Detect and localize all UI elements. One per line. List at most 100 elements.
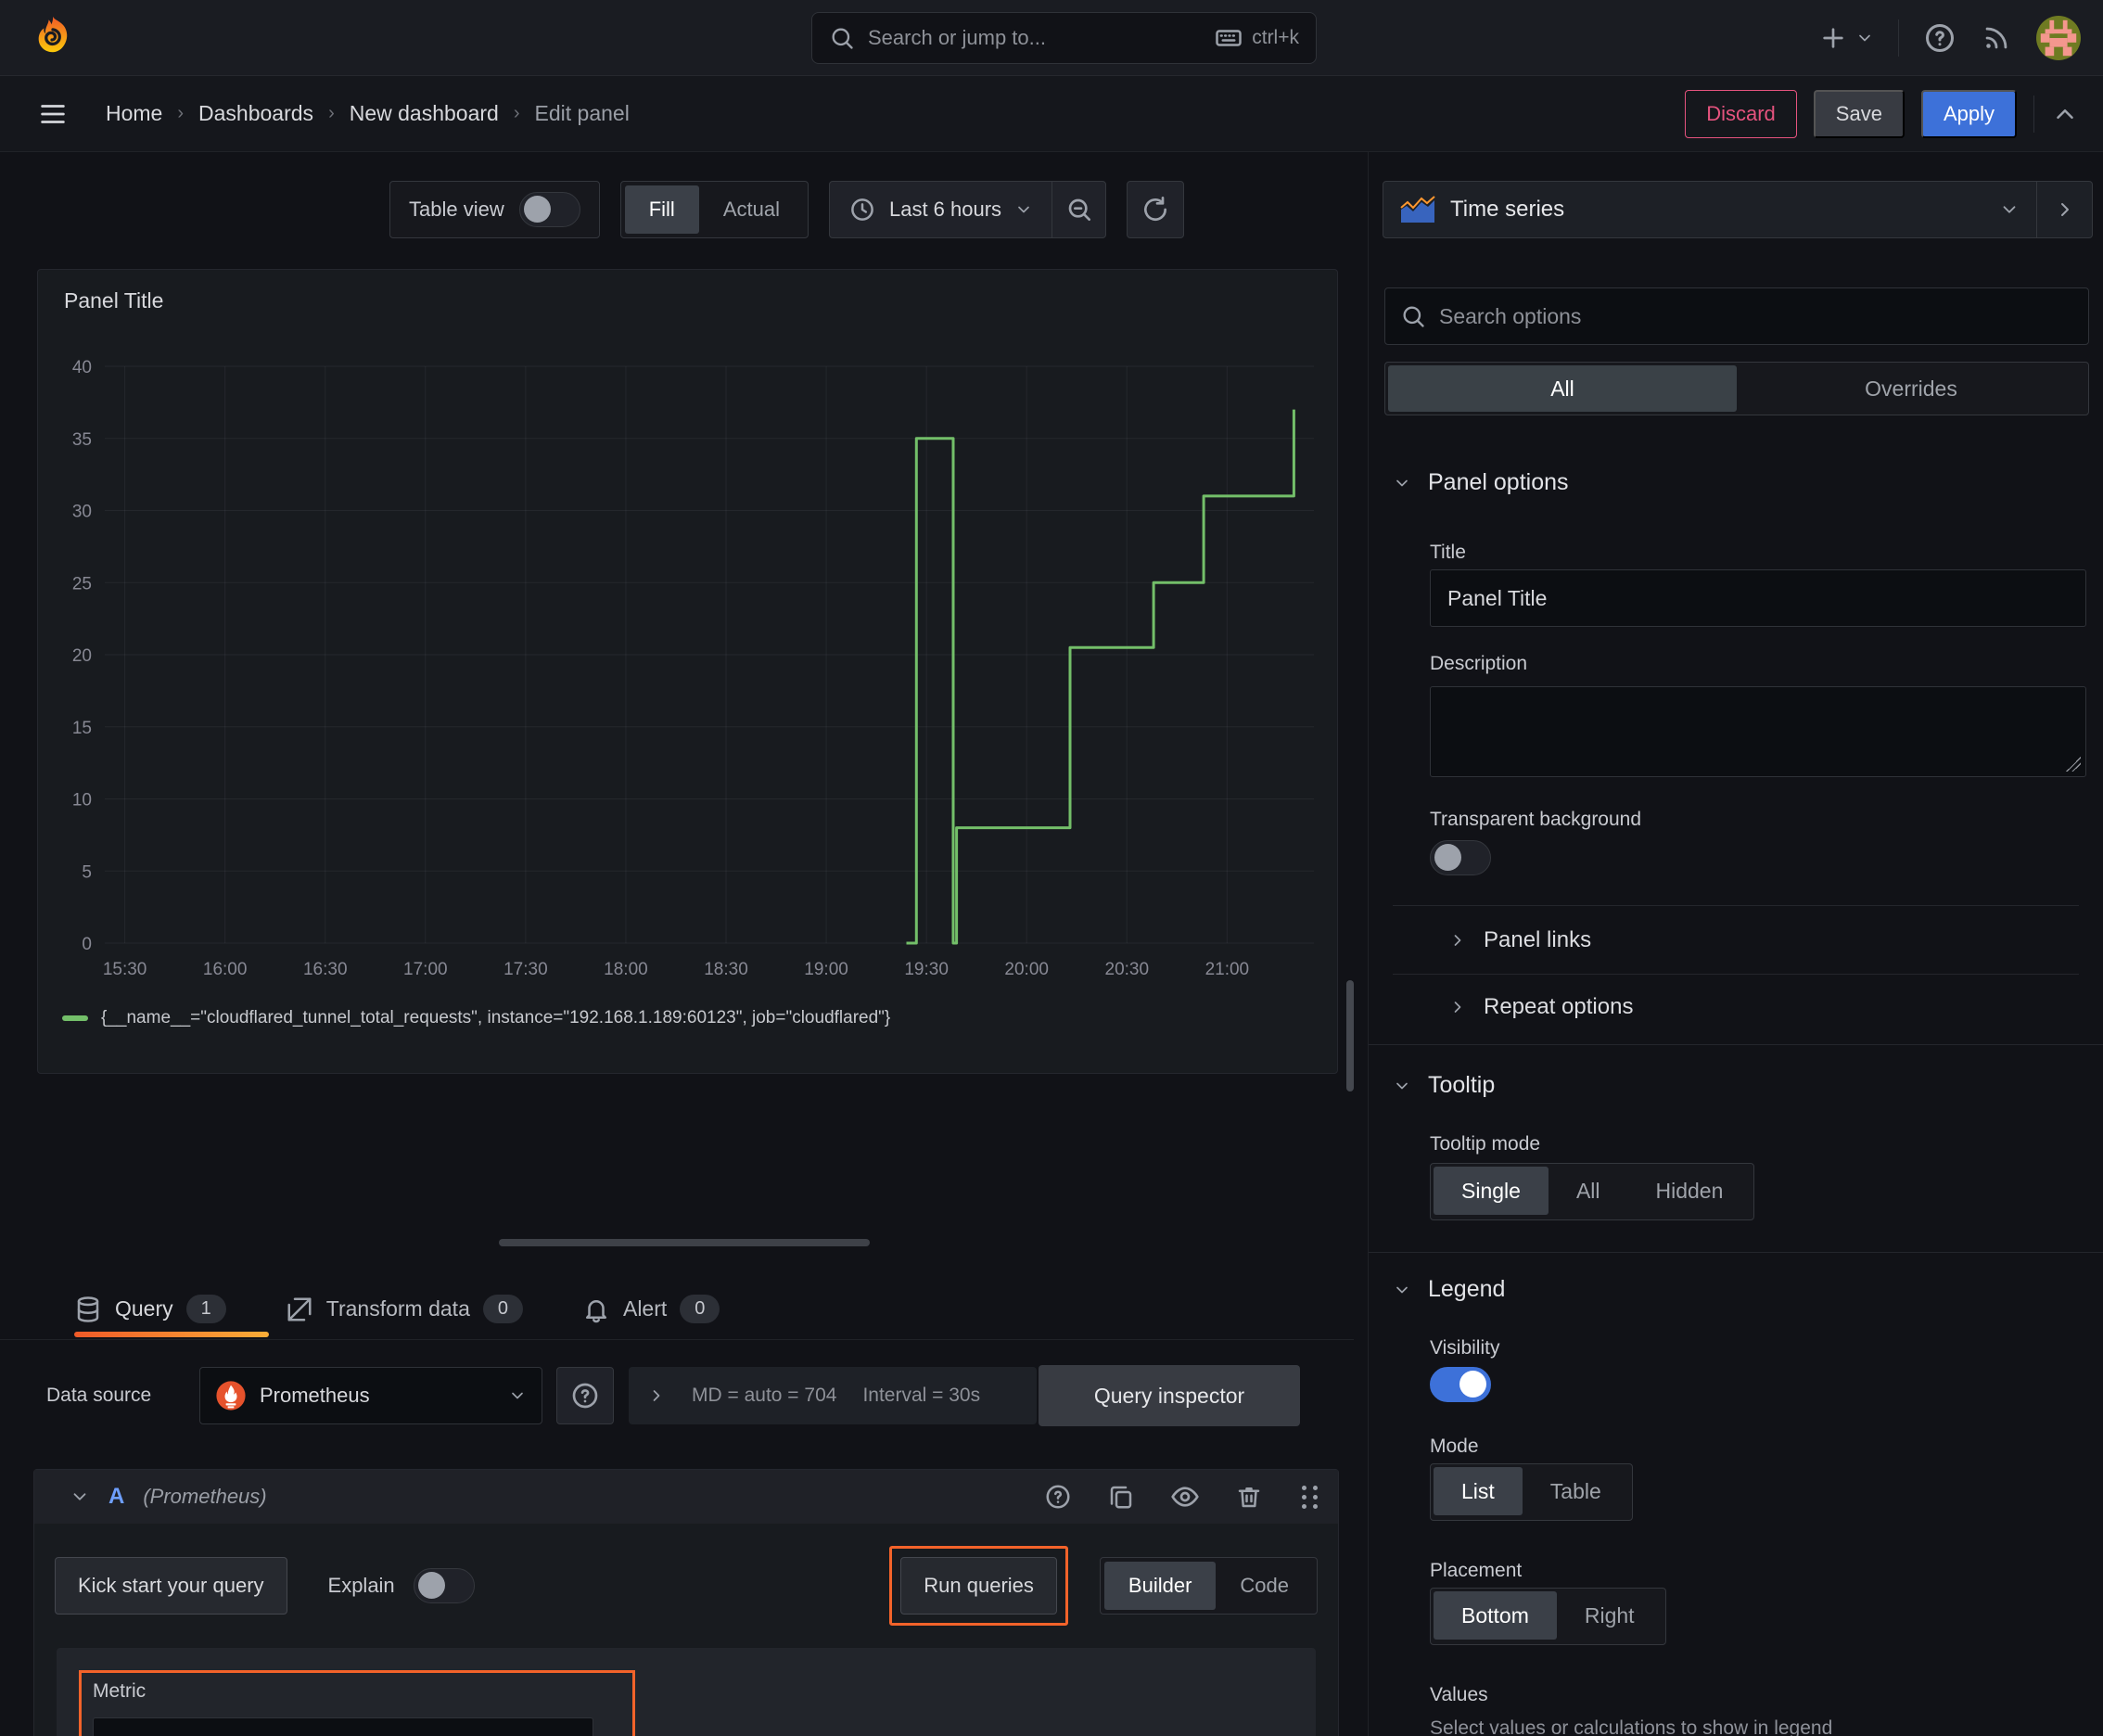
tab-overrides[interactable]: Overrides [1737,365,2085,412]
tab-transform-data[interactable]: Transform data 0 [286,1279,523,1339]
tab-alert[interactable]: Alert 0 [582,1279,720,1339]
table-view-label: Table view [409,198,504,221]
options-search-input[interactable] [1439,303,2073,329]
svg-text:16:00: 16:00 [203,960,248,979]
menu-toggle-icon[interactable] [37,98,69,130]
refresh-icon[interactable] [1127,181,1185,238]
time-range-button[interactable]: Last 6 hours [830,196,1052,223]
keyboard-icon [1215,24,1243,52]
breadcrumb-new-dashboard[interactable]: New dashboard [350,101,499,126]
zoom-out-time-icon[interactable] [1052,182,1105,237]
query-count-badge: 1 [185,1295,226,1323]
grafana-logo-icon[interactable] [32,15,74,57]
table-view-control: Table view [389,181,600,238]
breadcrumb-dashboards[interactable]: Dashboards [198,101,313,126]
legend-placement-right[interactable]: Right [1557,1591,1663,1640]
visualization-picker[interactable]: Time series [1383,181,2037,238]
legend-placement-bottom[interactable]: Bottom [1434,1591,1557,1640]
transparent-background-toggle[interactable] [1430,840,1491,875]
tooltip-mode-hidden[interactable]: Hidden [1628,1167,1752,1215]
drag-query-handle[interactable] [1302,1485,1319,1509]
save-button[interactable]: Save [1813,89,1905,138]
description-label: Description [1430,653,1528,674]
pane-resize-handle[interactable] [499,1239,870,1246]
collapse-options-pane-icon[interactable] [2051,100,2079,128]
delete-query-icon[interactable] [1235,1483,1263,1511]
description-textarea[interactable] [1430,686,2086,777]
panel-actions: Discard Save Apply [1685,89,2079,138]
chevron-down-icon [1014,200,1033,219]
query-inspector-button[interactable]: Query inspector [1039,1365,1300,1426]
time-series-chart[interactable]: 0 5 10 15 20 25 30 35 40 15:30 16:00 16:30 17:00 17:3… [53,359,1325,999]
explain-toggle[interactable] [413,1568,475,1603]
options-search-box[interactable] [1384,287,2089,345]
svg-text:25: 25 [72,574,92,594]
panel-links-section[interactable]: Panel links [1369,927,2103,953]
builder-code-switch: Builder Code [1099,1557,1318,1615]
tooltip-mode-switch: Single All Hidden [1430,1163,1755,1220]
svg-text:17:00: 17:00 [403,960,448,979]
svg-text:30: 30 [72,503,92,522]
discard-button[interactable]: Discard [1685,89,1797,138]
svg-text:18:00: 18:00 [604,960,648,979]
query-options-summary[interactable]: MD = auto = 704 Interval = 30s [629,1367,1037,1424]
global-search-box[interactable]: ctrl+k [811,12,1317,64]
repeat-options-section[interactable]: Repeat options [1369,994,2103,1020]
global-search-input[interactable] [868,26,1203,50]
table-view-toggle[interactable] [518,192,580,227]
panel-title-input[interactable] [1430,569,2086,627]
add-new-dropdown[interactable] [1818,23,1874,53]
tooltip-section-header[interactable]: Tooltip [1369,1072,2103,1099]
tooltip-mode-single[interactable]: Single [1434,1167,1549,1215]
metric-select[interactable]: cloudflared_tunnel_total_requests [93,1717,593,1736]
legend-visibility-toggle[interactable] [1430,1367,1491,1402]
hide-query-icon[interactable] [1170,1482,1200,1512]
code-option[interactable]: Code [1216,1562,1313,1610]
help-icon[interactable] [1923,21,1956,55]
run-queries-button[interactable]: Run queries [900,1557,1057,1615]
chevron-right-icon [1448,931,1467,950]
legend-mode-table[interactable]: Table [1523,1467,1629,1515]
legend-placement-switch: Bottom Right [1430,1588,1666,1645]
fill-actual-switch: Fill Actual [619,181,809,238]
chevron-down-icon [508,1386,527,1405]
collapse-viz-pane-icon[interactable] [2037,181,2093,238]
alert-count-badge: 0 [680,1295,720,1323]
series-color-dash[interactable] [62,1015,88,1021]
actual-option[interactable]: Actual [699,185,804,234]
tab-all[interactable]: All [1388,365,1737,412]
news-rss-icon[interactable] [1981,22,2012,54]
legend-section-header[interactable]: Legend [1369,1276,2103,1303]
query-help-icon[interactable] [1044,1483,1072,1511]
transparent-background-label: Transparent background [1430,809,1642,830]
legend-mode-list[interactable]: List [1434,1467,1523,1515]
chart-legend: {__name__="cloudflared_tunnel_total_requ… [62,1008,890,1028]
chevron-down-icon [1393,1281,1411,1299]
query-row-header[interactable]: A (Prometheus) [34,1470,1338,1524]
kick-start-query-button[interactable]: Kick start your query [55,1557,287,1615]
user-avatar[interactable] [2036,16,2081,60]
grafana-edit-panel-screen: ctrl+k [0,0,2103,1736]
chevron-down-icon[interactable] [70,1487,90,1507]
svg-text:15: 15 [72,719,92,738]
tooltip-mode-all[interactable]: All [1549,1167,1628,1215]
tab-query[interactable]: Query 1 [74,1279,226,1339]
datasource-label: Data source [46,1385,152,1406]
search-icon [1400,303,1426,329]
datasource-help-icon[interactable] [556,1367,614,1424]
apply-button[interactable]: Apply [1920,89,2017,138]
left-pane-scrollbar[interactable] [1346,980,1354,1091]
max-data-points-stat: MD = auto = 704 [692,1385,837,1406]
fill-option[interactable]: Fill [624,185,699,234]
topbar-divider [1898,19,1899,57]
bell-icon [582,1296,610,1323]
panel-options-header[interactable]: Panel options [1369,469,2103,496]
svg-text:20: 20 [72,646,92,666]
series-label[interactable]: {__name__="cloudflared_tunnel_total_requ… [101,1008,890,1028]
resize-grip-icon[interactable] [2066,757,2081,772]
datasource-picker[interactable]: Prometheus [199,1367,542,1424]
builder-option[interactable]: Builder [1103,1562,1217,1610]
breadcrumb-home[interactable]: Home [106,101,162,126]
svg-text:16:30: 16:30 [303,960,348,979]
duplicate-query-icon[interactable] [1107,1483,1135,1511]
